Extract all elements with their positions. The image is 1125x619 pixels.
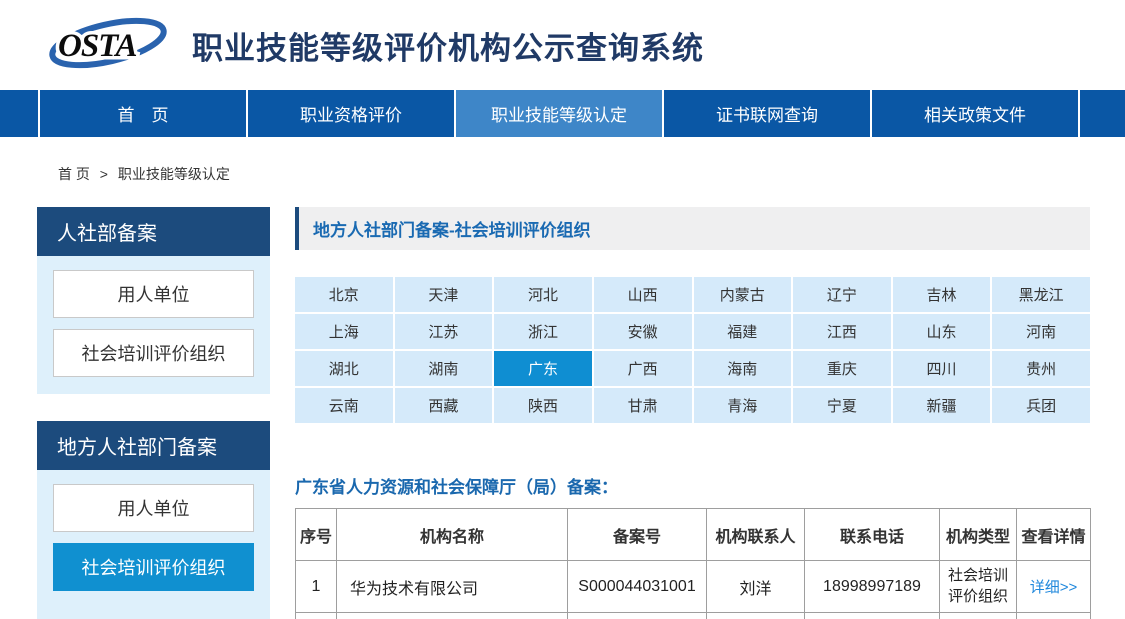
sidebar-button-local-training-org[interactable]: 社会培训评价组织	[53, 543, 254, 591]
sidebar-button-employer[interactable]: 用人单位	[53, 270, 254, 318]
province-qinghai[interactable]: 青海	[694, 388, 792, 423]
records-table: 序号 机构名称 备案号 机构联系人 联系电话 机构类型 查看详情 1 华为技术有…	[295, 508, 1091, 619]
column-header-contact: 机构联系人	[707, 509, 805, 561]
province-tianjin[interactable]: 天津	[395, 277, 493, 312]
cell-org-name: 华为技术有限公司	[337, 561, 568, 613]
province-shanghai[interactable]: 上海	[295, 314, 393, 349]
cell-contact: 刘洋	[707, 561, 805, 613]
province-neimenggu[interactable]: 内蒙古	[694, 277, 792, 312]
province-guizhou[interactable]: 贵州	[992, 351, 1090, 386]
cell-record-no: S000044031001	[568, 561, 707, 613]
sidebar-panel-local-filing: 地方人社部门备案 用人单位 社会培训评价组织	[37, 421, 270, 619]
province-beijing[interactable]: 北京	[295, 277, 393, 312]
province-henan[interactable]: 河南	[992, 314, 1090, 349]
province-fujian[interactable]: 福建	[694, 314, 792, 349]
column-header-record-no: 备案号	[568, 509, 707, 561]
province-xizang[interactable]: 西藏	[395, 388, 493, 423]
province-hunan[interactable]: 湖南	[395, 351, 493, 386]
province-ningxia[interactable]: 宁夏	[793, 388, 891, 423]
province-grid: 北京 天津 河北 山西 内蒙古 辽宁 吉林 黑龙江 上海 江苏 浙江 安徽 福建…	[295, 277, 1090, 423]
panel-title-mohrss-filing: 人社部备案	[37, 207, 270, 256]
province-anhui[interactable]: 安徽	[594, 314, 692, 349]
province-jiangsu[interactable]: 江苏	[395, 314, 493, 349]
cell-org-type: 社会培训评价组织	[940, 561, 1017, 613]
province-shanxi[interactable]: 山西	[594, 277, 692, 312]
nav-tab-skill-level-certification[interactable]: 职业技能等级认定	[454, 90, 662, 137]
column-header-phone: 联系电话	[805, 509, 940, 561]
breadcrumb: 首 页 > 职业技能等级认定	[58, 164, 1125, 181]
cell-detail: 详细>>	[1017, 561, 1091, 613]
sidebar: 人社部备案 用人单位 社会培训评价组织 地方人社部门备案 用人单位 社会培训评价…	[37, 207, 270, 619]
province-hubei[interactable]: 湖北	[295, 351, 393, 386]
content-area: 人社部备案 用人单位 社会培训评价组织 地方人社部门备案 用人单位 社会培训评价…	[0, 207, 1125, 619]
province-liaoning[interactable]: 辽宁	[793, 277, 891, 312]
nav-left-spacer	[0, 90, 38, 137]
column-header-org-type: 机构类型	[940, 509, 1017, 561]
panel-title-local-filing: 地方人社部门备案	[37, 421, 270, 470]
nav-tab-certificate-query[interactable]: 证书联网查询	[662, 90, 870, 137]
province-heilongjiang[interactable]: 黑龙江	[992, 277, 1090, 312]
table-row: 1 华为技术有限公司 S000044031001 刘洋 18998997189 …	[296, 561, 1091, 613]
page-title: 职业技能等级评价机构公示查询系统	[192, 23, 704, 68]
detail-link[interactable]: 详细>>	[1030, 579, 1078, 596]
main-panel: 地方人社部门备案-社会培训评价组织 北京 天津 河北 山西 内蒙古 辽宁 吉林 …	[295, 207, 1090, 619]
sidebar-button-local-employer[interactable]: 用人单位	[53, 484, 254, 532]
province-jiangxi[interactable]: 江西	[793, 314, 891, 349]
cell-index: 1	[296, 561, 337, 613]
column-header-detail: 查看详情	[1017, 509, 1091, 561]
cell-phone: 18998997189	[805, 561, 940, 613]
table-row-partial	[296, 613, 1091, 619]
province-yunnan[interactable]: 云南	[295, 388, 393, 423]
province-xinjiang[interactable]: 新疆	[893, 388, 991, 423]
sidebar-button-training-org[interactable]: 社会培训评价组织	[53, 329, 254, 377]
record-section-title: 广东省人力资源和社会保障厅（局）备案：	[295, 473, 1090, 493]
column-header-org-name: 机构名称	[337, 509, 568, 561]
osta-logo-icon[interactable]: OSTA	[44, 15, 176, 75]
province-shaanxi[interactable]: 陕西	[494, 388, 592, 423]
province-guangdong[interactable]: 广东	[494, 351, 592, 386]
province-hainan[interactable]: 海南	[694, 351, 792, 386]
nav-tab-home[interactable]: 首 页	[38, 90, 246, 137]
province-gansu[interactable]: 甘肃	[594, 388, 692, 423]
breadcrumb-home[interactable]: 首 页	[58, 166, 90, 182]
page: OSTA 职业技能等级评价机构公示查询系统 首 页 职业资格评价 职业技能等级认…	[0, 0, 1125, 619]
province-zhejiang[interactable]: 浙江	[494, 314, 592, 349]
svg-text:OSTA: OSTA	[58, 28, 137, 64]
main-nav: 首 页 职业资格评价 职业技能等级认定 证书联网查询 相关政策文件	[0, 90, 1125, 137]
province-guangxi[interactable]: 广西	[594, 351, 692, 386]
site-header: OSTA 职业技能等级评价机构公示查询系统	[0, 0, 1125, 90]
panel-body-mohrss-filing: 用人单位 社会培训评价组织	[37, 256, 270, 394]
province-sichuan[interactable]: 四川	[893, 351, 991, 386]
column-header-index: 序号	[296, 509, 337, 561]
sidebar-panel-mohrss-filing: 人社部备案 用人单位 社会培训评价组织	[37, 207, 270, 394]
breadcrumb-current: 职业技能等级认定	[118, 166, 230, 182]
breadcrumb-separator: >	[100, 166, 108, 182]
nav-tab-policy-documents[interactable]: 相关政策文件	[870, 90, 1078, 137]
nav-right-spacer	[1078, 90, 1125, 137]
province-jilin[interactable]: 吉林	[893, 277, 991, 312]
province-bingtuan[interactable]: 兵团	[992, 388, 1090, 423]
panel-body-local-filing: 用人单位 社会培训评价组织	[37, 470, 270, 619]
section-header: 地方人社部门备案-社会培训评价组织	[295, 207, 1090, 250]
province-shandong[interactable]: 山东	[893, 314, 991, 349]
province-chongqing[interactable]: 重庆	[793, 351, 891, 386]
province-hebei[interactable]: 河北	[494, 277, 592, 312]
table-header-row: 序号 机构名称 备案号 机构联系人 联系电话 机构类型 查看详情	[296, 509, 1091, 561]
nav-tab-occupational-qualification[interactable]: 职业资格评价	[246, 90, 454, 137]
